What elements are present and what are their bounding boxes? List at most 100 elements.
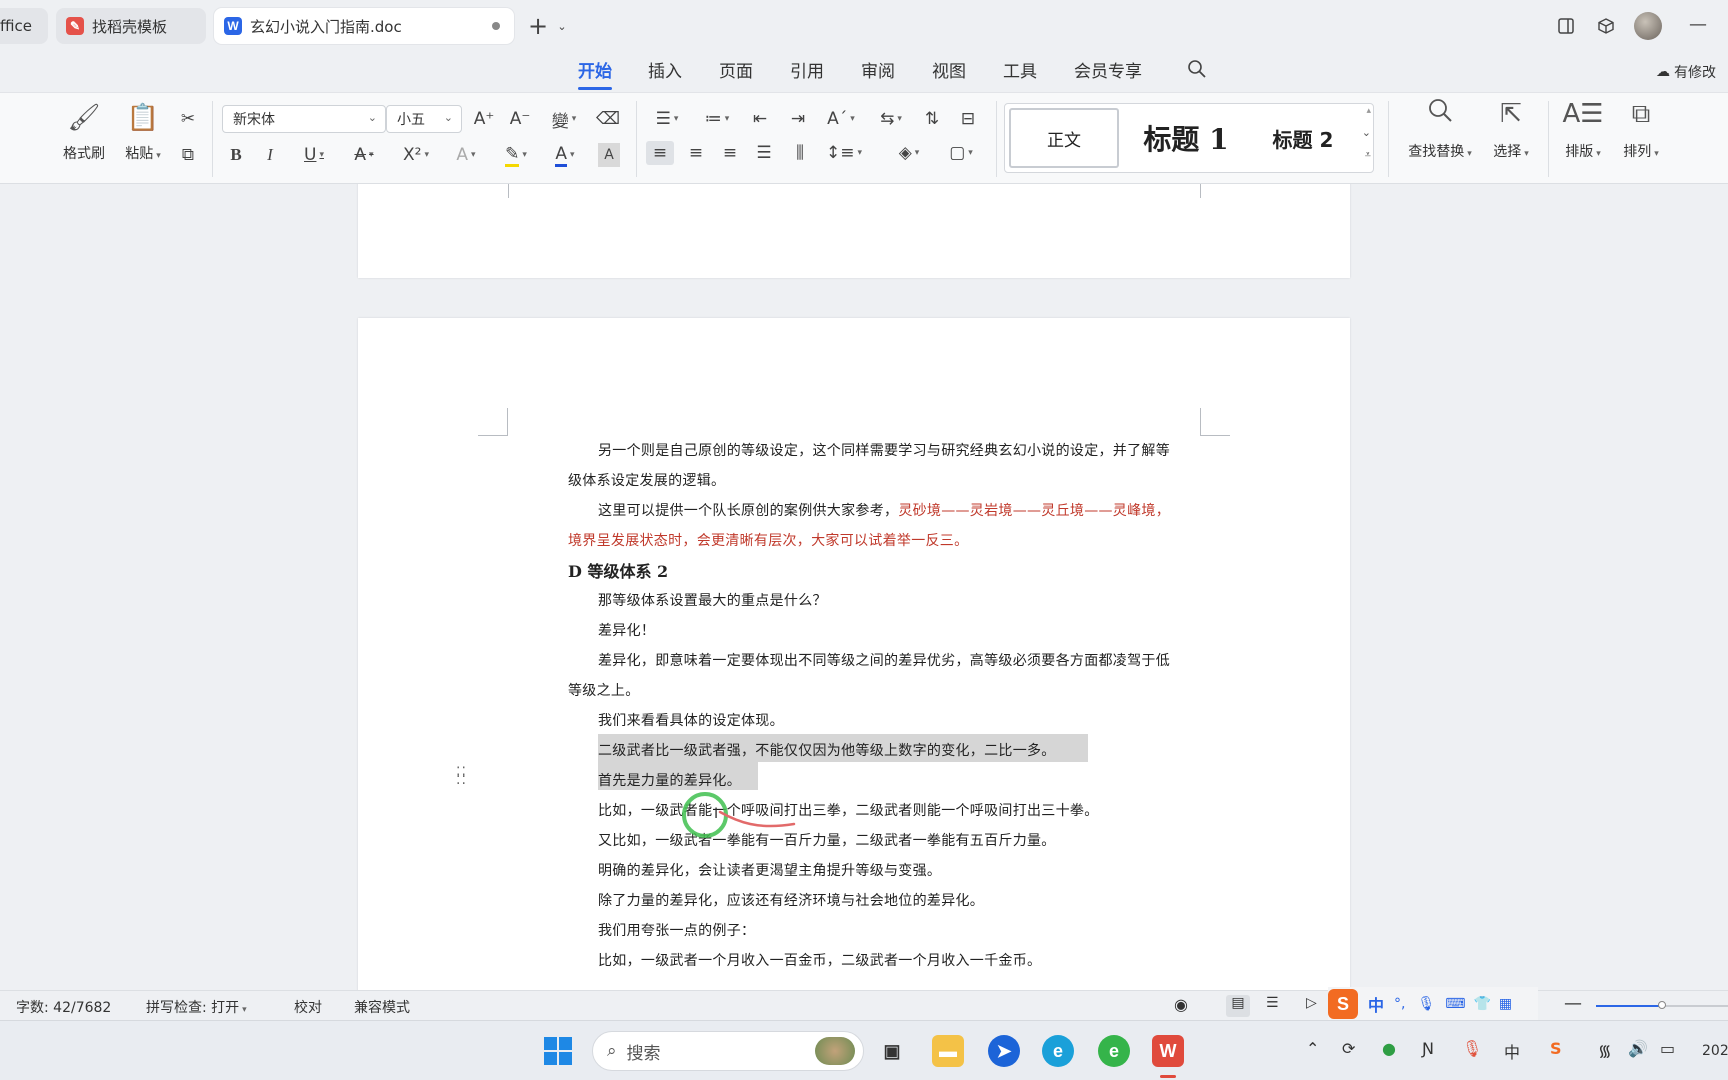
find-replace-button[interactable]: 查找替换 ▾ — [1402, 97, 1478, 161]
ime-punctuation[interactable]: °, — [1394, 996, 1405, 1012]
menu-references[interactable]: 引用 — [790, 58, 824, 86]
task-view-icon[interactable]: ▣ — [876, 1035, 908, 1067]
zoom-slider-thumb[interactable] — [1658, 1001, 1666, 1009]
highlight-color-icon[interactable]: ✎ ▾ — [496, 143, 536, 167]
grid-menu-icon[interactable]: ▦ — [1499, 996, 1512, 1012]
styles-expand-icon[interactable]: ⩡ — [1365, 148, 1371, 162]
volume-icon[interactable]: 🔊 — [1628, 1039, 1648, 1058]
font-name-select[interactable]: 新宋体 ⌄ — [222, 105, 386, 133]
skin-icon[interactable]: 👕 — [1473, 996, 1490, 1012]
menu-tools[interactable]: 工具 — [1003, 58, 1037, 86]
tray-overflow-icon[interactable]: ⌃ — [1306, 1039, 1319, 1058]
bullet-list-icon[interactable]: ☰ ▾ — [648, 107, 686, 131]
styles-scroll-down-icon[interactable]: ⌄ — [1362, 126, 1371, 139]
layout-button[interactable]: A☰ 排版 ▾ — [1560, 97, 1606, 161]
zoom-slider[interactable] — [1596, 1001, 1728, 1009]
underline-icon[interactable]: U ▾ — [296, 143, 332, 167]
increase-indent-icon[interactable]: ⇥ — [786, 107, 810, 131]
style-normal[interactable]: 正文 — [1009, 108, 1119, 168]
sidebar-toggle-icon[interactable] — [1554, 14, 1578, 38]
superscript-icon[interactable]: X² ▾ — [396, 143, 436, 167]
tray-ime-language[interactable]: 中 — [1504, 1039, 1520, 1063]
file-explorer-icon[interactable]: ▬ — [932, 1035, 964, 1067]
outline-view-icon[interactable]: ☰ — [1266, 995, 1279, 1011]
strikethrough-icon[interactable]: A ▾ — [346, 143, 382, 167]
microphone-tray-icon[interactable]: 🎙 — [1462, 1039, 1482, 1058]
proofread-button[interactable]: 校对 — [294, 997, 322, 1017]
ime-language[interactable]: 中 — [1368, 992, 1384, 1016]
text-direction-icon[interactable]: Aˊ ▾ — [822, 107, 860, 131]
menu-member[interactable]: 会员专享 — [1074, 58, 1142, 86]
menu-home[interactable]: 开始 — [578, 58, 612, 90]
tab-office[interactable]: ffice — [0, 8, 48, 44]
menu-review[interactable]: 审阅 — [861, 58, 895, 86]
border-icon[interactable]: ▢ ▾ — [942, 141, 980, 165]
cube-icon[interactable] — [1594, 14, 1618, 38]
word-count[interactable]: 字数: 42/7682 — [16, 997, 111, 1017]
sync-icon[interactable]: ⟳ — [1342, 1039, 1355, 1058]
distributed-align-icon[interactable]: ⫼ — [786, 141, 814, 165]
tab-template[interactable]: ✎ 找稻壳模板 — [56, 8, 206, 44]
start-icon[interactable] — [544, 1037, 572, 1065]
tab-document[interactable]: W 玄幻小说入门指南.doc — [214, 8, 514, 44]
copy-icon[interactable]: ⧉ — [176, 143, 200, 167]
search-icon[interactable] — [1186, 58, 1208, 80]
document-canvas[interactable]: 另一个则是自己原创的等级设定，这个同样需要学习与研究经典玄幻小说的设定，并了解等… — [0, 184, 1728, 990]
numbered-list-icon[interactable]: ≔ ▾ — [698, 107, 736, 131]
align-left-icon[interactable]: ≡ — [646, 141, 674, 165]
sort-icon[interactable]: ⇅ — [920, 107, 944, 131]
eye-protection-icon[interactable]: ◉ — [1174, 995, 1188, 1014]
char-shading-icon[interactable]: A — [598, 143, 620, 167]
text-wrap-icon[interactable]: ⇆ ▾ — [872, 107, 910, 131]
bold-icon[interactable]: B — [224, 143, 248, 167]
cut-icon[interactable]: ✂ — [176, 107, 200, 131]
shrink-font-icon[interactable]: A⁻ — [508, 107, 532, 131]
select-button[interactable]: ⇱ 选择 ▾ — [1486, 97, 1536, 161]
taskbar-search[interactable]: ⌕ 搜索 — [592, 1031, 864, 1071]
menu-page[interactable]: 页面 — [719, 58, 753, 86]
paragraph-selected[interactable]: 首先是力量的差异化。 — [598, 770, 741, 790]
minimize-icon[interactable]: — — [1686, 12, 1710, 36]
font-size-select[interactable]: 小五 ⌄ — [386, 105, 462, 133]
grow-font-icon[interactable]: A⁺ — [472, 107, 496, 131]
sogou-ime-icon[interactable]: S — [1328, 989, 1358, 1019]
justify-icon[interactable]: ☰ — [750, 141, 778, 165]
edge-browser-icon[interactable]: e — [1042, 1035, 1074, 1067]
play-icon[interactable]: ▷ — [1306, 995, 1317, 1011]
format-painter-button[interactable]: 🖌 格式刷 — [62, 101, 106, 163]
app-green-icon[interactable]: ● — [1382, 1039, 1396, 1058]
wps-office-icon[interactable]: W — [1152, 1035, 1184, 1067]
page-view-icon[interactable]: ▤ — [1226, 995, 1250, 1017]
wifi-icon[interactable]: ᯾ — [1598, 1039, 1612, 1061]
style-heading1[interactable]: 标题 1 — [1127, 108, 1245, 168]
style-heading2[interactable]: 标题 2 — [1251, 108, 1355, 168]
font-color-icon[interactable]: A ▾ — [546, 143, 584, 167]
microphone-icon[interactable]: 🎙 — [1417, 996, 1435, 1012]
pen-tray-icon[interactable]: Ɲ — [1422, 1039, 1434, 1058]
sogou-tray-icon[interactable]: S — [1550, 1039, 1562, 1058]
align-right-icon[interactable]: ≡ — [716, 141, 744, 165]
app-blue-icon[interactable]: ➤ — [988, 1035, 1020, 1067]
keyboard-icon[interactable]: ⌨ — [1445, 996, 1465, 1012]
decrease-indent-icon[interactable]: ⇤ — [748, 107, 772, 131]
show-marks-icon[interactable]: ⊟ — [956, 107, 980, 131]
line-spacing-icon[interactable]: ↕≡ ▾ — [824, 141, 864, 165]
clock[interactable]: 202 — [1702, 1043, 1728, 1059]
menu-view[interactable]: 视图 — [932, 58, 966, 86]
drag-handle-icon[interactable]: ⁚⁚ ⁚⁚ — [456, 766, 468, 790]
styles-scroll-up-icon[interactable]: ▴ — [1366, 106, 1371, 116]
italic-icon[interactable]: I — [258, 143, 282, 167]
cloud-sync-status[interactable]: ☁ 有修改 — [1656, 58, 1716, 86]
menu-insert[interactable]: 插入 — [648, 58, 682, 86]
phonetic-guide-icon[interactable]: 變 ▾ — [546, 107, 582, 132]
align-center-icon[interactable]: ≡ — [682, 141, 710, 165]
spell-check-toggle[interactable]: 拼写检查: 打开 ▾ — [146, 997, 247, 1017]
paste-button[interactable]: 📋 粘贴 ▾ — [120, 101, 166, 163]
ie-browser-icon[interactable]: e — [1098, 1035, 1130, 1067]
paragraph-selected[interactable]: 二级武者比一级武者强，不能仅仅因为他等级上数字的变化，二比一多。 — [598, 740, 1056, 760]
shading-icon[interactable]: ◈ ▾ — [890, 141, 928, 165]
user-avatar[interactable] — [1634, 12, 1662, 40]
battery-icon[interactable]: ▭ — [1660, 1039, 1675, 1058]
clear-format-icon[interactable]: ⌫ — [596, 107, 620, 131]
text-effect-icon[interactable]: A ▾ — [448, 143, 484, 167]
